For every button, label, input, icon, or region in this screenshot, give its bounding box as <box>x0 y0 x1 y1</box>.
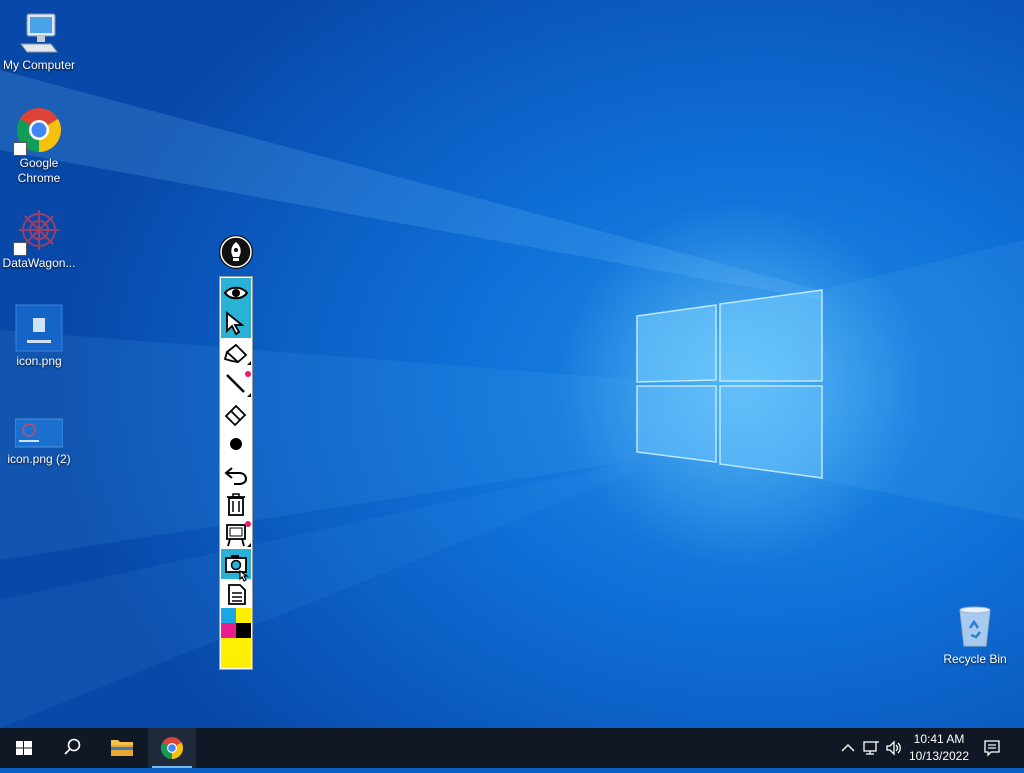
highlighter-icon <box>223 343 251 365</box>
desktop-icon-label: DataWagon... <box>2 256 76 270</box>
wallpaper-light-beams <box>0 70 1024 728</box>
desktop-icon-label: My Computer <box>2 58 76 72</box>
tool-pen[interactable] <box>221 369 251 399</box>
volume-button[interactable] <box>884 738 904 758</box>
file-explorer-button[interactable] <box>98 728 146 768</box>
tool-view[interactable] <box>221 278 251 308</box>
chevron-up-icon <box>841 744 855 752</box>
desktop-icon-icon-png-2[interactable]: icon.png (2) <box>0 412 78 467</box>
ink-toolbar <box>219 276 253 670</box>
chrome-icon <box>13 106 63 156</box>
tool-select[interactable] <box>221 308 251 338</box>
tool-notes[interactable] <box>221 579 251 609</box>
whiteboard-icon <box>226 521 251 547</box>
action-center-button[interactable] <box>982 738 1002 758</box>
desktop-icon-label: Recycle Bin <box>943 652 1007 666</box>
clock-time: 10:41 AM <box>913 732 965 746</box>
color-swatch-black[interactable] <box>236 623 251 638</box>
tool-undo[interactable] <box>221 459 251 489</box>
shortcut-arrow-icon <box>13 242 27 256</box>
desktop-icon-google-chrome[interactable]: Google Chrome <box>0 106 78 186</box>
desktop-icon-label: icon.png (2) <box>7 452 71 466</box>
color-swatch-cyan[interactable] <box>221 608 236 623</box>
search-button[interactable] <box>48 728 96 768</box>
chrome-icon <box>161 737 183 759</box>
pen-line-icon <box>226 371 251 397</box>
tool-clear[interactable] <box>221 489 251 519</box>
undo-icon <box>224 467 248 485</box>
brush-dot-icon <box>230 438 242 450</box>
chrome-taskbar-button[interactable] <box>148 728 196 768</box>
color-swatch-magenta[interactable] <box>221 623 236 638</box>
current-color-swatch[interactable] <box>221 638 251 668</box>
clock-date: 10/13/2022 <box>908 749 970 763</box>
desktop-icon-label: icon.png <box>16 354 62 368</box>
desktop-icon-icon-png[interactable]: icon.png <box>0 304 78 369</box>
taskbar-clock[interactable]: 10:41 AM 10/13/2022 <box>906 731 972 765</box>
image-file-icon <box>15 304 63 352</box>
desktop-icon-label: Google Chrome <box>17 156 61 185</box>
tool-highlighter[interactable] <box>221 339 251 369</box>
speaker-icon <box>886 740 901 756</box>
desktop-icon-my-computer[interactable]: My Computer <box>0 8 78 73</box>
trash-icon <box>227 493 245 516</box>
network-button[interactable] <box>861 738 881 758</box>
taskbar: 10:41 AM 10/13/2022 <box>0 728 1024 768</box>
camera-icon <box>225 555 249 582</box>
folder-icon <box>111 740 133 756</box>
cursor-arrow-icon <box>226 311 245 336</box>
network-icon <box>863 741 879 755</box>
tool-eraser[interactable] <box>221 399 251 429</box>
search-icon <box>64 738 81 755</box>
desktop-icon-recycle-bin[interactable]: Recycle Bin <box>936 602 1014 667</box>
recycle-bin-icon <box>951 602 999 650</box>
tool-screenshot[interactable] <box>221 549 251 582</box>
start-button[interactable] <box>0 728 48 768</box>
eye-icon <box>223 286 249 300</box>
notification-icon <box>984 740 1000 757</box>
datawagon-icon <box>13 206 63 256</box>
notes-icon <box>228 584 246 605</box>
desktop: My Computer Google Chrome DataWagon... i… <box>0 0 1024 728</box>
windows-start-icon <box>16 741 32 755</box>
image-file-icon <box>14 412 64 450</box>
tool-brush-size[interactable] <box>221 429 251 459</box>
eraser-icon <box>224 404 247 427</box>
shortcut-arrow-icon <box>13 142 27 156</box>
tool-whiteboard[interactable] <box>221 519 251 549</box>
desktop-icon-datawagon[interactable]: DataWagon... <box>0 206 78 271</box>
computer-icon <box>15 8 63 56</box>
ink-toolbar-toggle-button[interactable] <box>219 235 253 269</box>
show-hidden-icons-button[interactable] <box>838 738 858 758</box>
fountain-pen-icon <box>220 236 252 268</box>
color-swatch-yellow[interactable] <box>236 608 251 623</box>
windows-logo-wallpaper <box>636 289 823 479</box>
